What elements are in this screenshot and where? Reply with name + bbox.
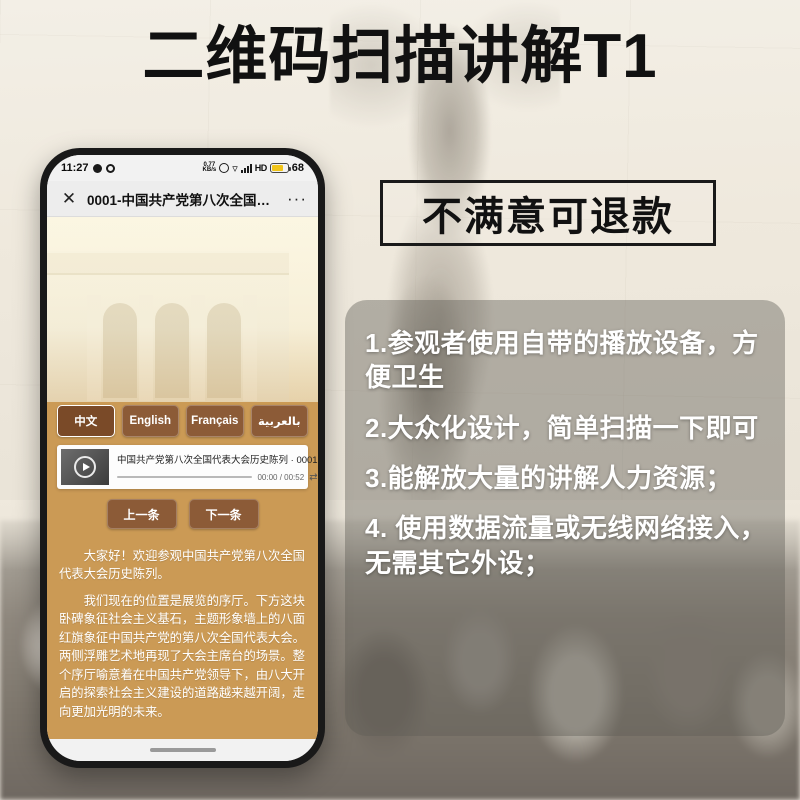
feature-item-3: 3.能解放大量的讲解人力资源； <box>365 462 733 493</box>
close-icon[interactable]: ✕ <box>57 189 81 209</box>
article-text: 大家好！欢迎参观中国共产党第八次全国代表大会历史陈列。 我们现在的位置是展览的序… <box>47 539 318 739</box>
language-button-fr[interactable]: Français <box>186 405 244 437</box>
article-paragraph-1: 大家好！欢迎参观中国共产党第八次全国代表大会历史陈列。 <box>59 549 305 582</box>
building-arch-2 <box>155 303 189 398</box>
app-title: 0001-中国共产党第八次全国代表大... <box>87 192 286 208</box>
status-bar-time: 11:27 <box>61 162 89 174</box>
player-time-label: 00:00 / 00:52 <box>257 472 305 482</box>
phone-screen: 11:27 0.77 KB/s ▿ HD 68 ✕ 0001-中国共产党第八次全国… <box>47 155 318 761</box>
language-button-zh[interactable]: 中文 <box>57 405 115 437</box>
language-button-ar[interactable]: بالعربية <box>250 405 308 437</box>
building-column-2 <box>139 295 153 401</box>
building-cornice <box>47 253 289 275</box>
player-progress-bar[interactable] <box>117 476 253 478</box>
loop-icon[interactable]: ⇄ <box>309 472 317 483</box>
status-bar-right: 0.77 KB/s ▿ HD 68 <box>203 162 304 175</box>
wifi-icon: ▿ <box>232 162 238 175</box>
player-track-title: 中国共产党第八次全国代表大会历史陈列 · 0001 <box>117 454 318 466</box>
home-indicator[interactable] <box>149 748 216 752</box>
exhibition-hero-image <box>47 217 318 402</box>
player-details: 中国共产党第八次全国代表大会历史陈列 · 0001 00:00 / 00:52 … <box>109 450 318 485</box>
audio-player[interactable]: 中国共产党第八次全国代表大会历史陈列 · 0001 00:00 / 00:52 … <box>57 445 318 489</box>
player-thumbnail <box>61 449 109 485</box>
battery-level-label: 68 <box>291 162 304 174</box>
status-bar: 11:27 0.77 KB/s ▿ HD 68 <box>47 155 318 181</box>
poster-canvas: 二维码扫描讲解T1 不满意可退款 1.参观者使用自带的播放设备，方便卫生 2.大… <box>0 0 800 800</box>
play-icon[interactable] <box>74 456 96 478</box>
battery-icon <box>269 163 291 173</box>
data-speed-icon: 0.77 KB/s <box>202 162 217 173</box>
alarm-icon <box>219 163 230 173</box>
page-title: 二维码扫描讲解T1 <box>142 22 658 91</box>
feature-list-panel: 1.参观者使用自带的播放设备，方便卫生 2.大众化设计，简单扫描一下即可 3.能… <box>345 300 785 736</box>
building-body <box>47 251 289 402</box>
article-paragraph-2: 我们现在的位置是展览的序厅。下方这块卧碑象征社会主义基石，主题形象墙上的八面红旗… <box>59 593 305 719</box>
notification-circle-icon <box>105 163 115 173</box>
building-column-3 <box>191 295 205 401</box>
feature-item-1: 1.参观者使用自带的播放设备，方便卫生 <box>365 328 759 393</box>
app-content: 中文 English Français بالعربية 中国共产党第八次全国代… <box>47 217 318 739</box>
building-arch-3 <box>207 303 241 398</box>
app-header: ✕ 0001-中国共产党第八次全国代表大... ··· <box>47 181 318 217</box>
refund-badge-label: 不满意可退款 <box>422 195 674 239</box>
building-arch-1 <box>103 303 137 398</box>
hd-icon: HD <box>254 163 268 173</box>
language-selector: 中文 English Français بالعربية <box>47 405 318 437</box>
more-options-icon[interactable]: ··· <box>286 189 308 209</box>
home-indicator-area <box>47 739 318 761</box>
feature-item-4: 4. 使用数据流量或无线网络接入，无需其它外设； <box>365 513 767 578</box>
previous-track-button[interactable]: 上一条 <box>106 499 177 529</box>
player-progress-row: 00:00 / 00:52 ⇄ <box>117 472 318 483</box>
building-column-1 <box>87 295 101 401</box>
status-bar-left: 11:27 <box>61 162 115 174</box>
phone-mockup: 11:27 0.77 KB/s ▿ HD 68 ✕ 0001-中国共产党第八次全国… <box>40 148 325 768</box>
notification-dot-icon <box>92 163 102 173</box>
next-track-button[interactable]: 下一条 <box>188 499 259 529</box>
refund-badge: 不满意可退款 <box>380 180 716 246</box>
signal-icon <box>240 163 252 173</box>
building-column-4 <box>243 295 257 401</box>
feature-item-2: 2.大众化设计，简单扫描一下即可 <box>365 412 759 443</box>
language-button-en[interactable]: English <box>121 405 179 437</box>
track-navigation: 上一条 下一条 <box>47 499 318 529</box>
